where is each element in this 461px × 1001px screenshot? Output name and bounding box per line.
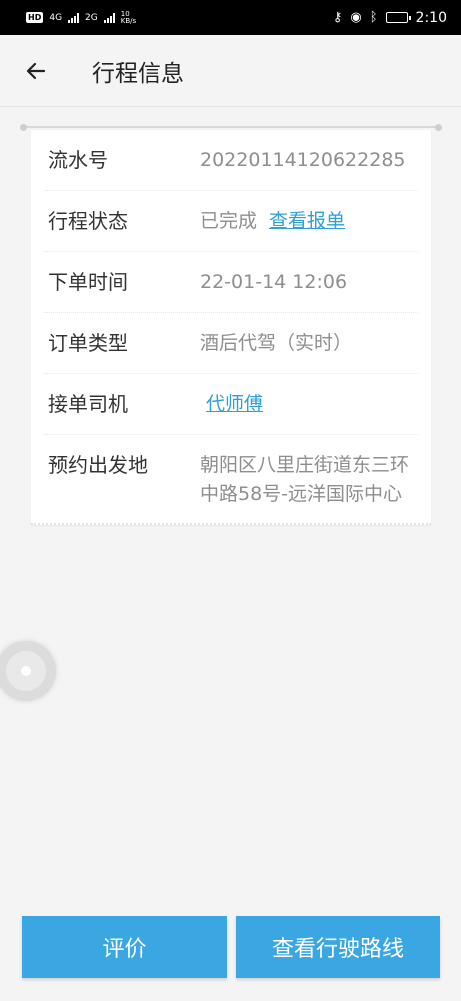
driver-link[interactable]: 代师傅 xyxy=(206,393,263,415)
trip-status-value: 已完成 查看报单 xyxy=(200,191,345,251)
departure-value: 朝阳区八里庄街道东三环中路58号-远洋国际中心 xyxy=(200,454,410,505)
network-label-1: 4G xyxy=(49,12,63,23)
order-time-value: 22-01-14 12:06 xyxy=(200,271,348,293)
signal-icon xyxy=(68,12,80,23)
trip-info-card: 流水号 20220114120622285 行程状态 已完成 查看报单 下单时间 … xyxy=(20,124,442,525)
order-type-label: 订单类型 xyxy=(48,331,128,355)
serial-number-label: 流水号 xyxy=(48,148,108,172)
driver-label: 接单司机 xyxy=(48,392,128,416)
row-departure: 预约出发地 朝阳区八里庄街道东三环中路58号-远洋国际中心 xyxy=(44,435,418,523)
departure-label: 预约出发地 xyxy=(48,453,148,477)
status-bar: HD 4G 2G 10 KB/s ⚷ ◉ ᛒ 2:10 xyxy=(0,0,461,35)
status-bar-right: ⚷ ◉ ᛒ 2:10 xyxy=(333,10,447,26)
status-time: 2:10 xyxy=(415,9,447,26)
signal-icon-2 xyxy=(103,12,115,23)
header: 行程信息 xyxy=(0,35,461,107)
row-driver: 接单司机 代师傅 xyxy=(44,374,418,435)
net-speed-unit: KB/s xyxy=(120,16,137,25)
bluetooth-icon: ᛒ xyxy=(369,10,378,25)
row-trip-status: 行程状态 已完成 查看报单 xyxy=(44,191,418,252)
trip-info-list: 流水号 20220114120622285 行程状态 已完成 查看报单 下单时间 … xyxy=(31,130,431,525)
trip-status-label: 行程状态 xyxy=(48,209,128,233)
key-icon: ⚷ xyxy=(332,10,343,25)
arrow-left-icon xyxy=(26,62,46,79)
net-speed: 10 KB/s xyxy=(120,10,137,25)
rate-button[interactable]: 评价 xyxy=(22,916,227,978)
network-label-2: 2G xyxy=(85,12,98,23)
card-rail xyxy=(20,124,442,131)
trip-status-text: 已完成 xyxy=(200,210,258,232)
order-time-label: 下单时间 xyxy=(48,270,128,294)
view-report-link[interactable]: 查看报单 xyxy=(269,210,345,232)
hd-badge: HD xyxy=(26,12,44,23)
status-bar-left: HD 4G 2G 10 KB/s xyxy=(26,10,137,25)
row-serial-number: 流水号 20220114120622285 xyxy=(44,130,418,191)
row-order-type: 订单类型 酒后代驾（实时） xyxy=(44,313,418,374)
driver-value: 代师傅 xyxy=(200,374,263,434)
battery-icon xyxy=(385,12,411,23)
page-title: 行程信息 xyxy=(92,60,184,87)
floating-assistive-button[interactable] xyxy=(0,641,56,701)
order-type-value: 酒后代驾（实时） xyxy=(200,332,353,354)
serial-number-value: 20220114120622285 xyxy=(200,149,406,171)
view-route-button[interactable]: 查看行驶路线 xyxy=(236,916,440,978)
floating-button-inner xyxy=(6,651,46,691)
eye-icon: ◉ xyxy=(350,10,362,25)
floating-button-dot xyxy=(21,666,31,676)
row-order-time: 下单时间 22-01-14 12:06 xyxy=(44,252,418,313)
back-button[interactable] xyxy=(16,51,56,91)
